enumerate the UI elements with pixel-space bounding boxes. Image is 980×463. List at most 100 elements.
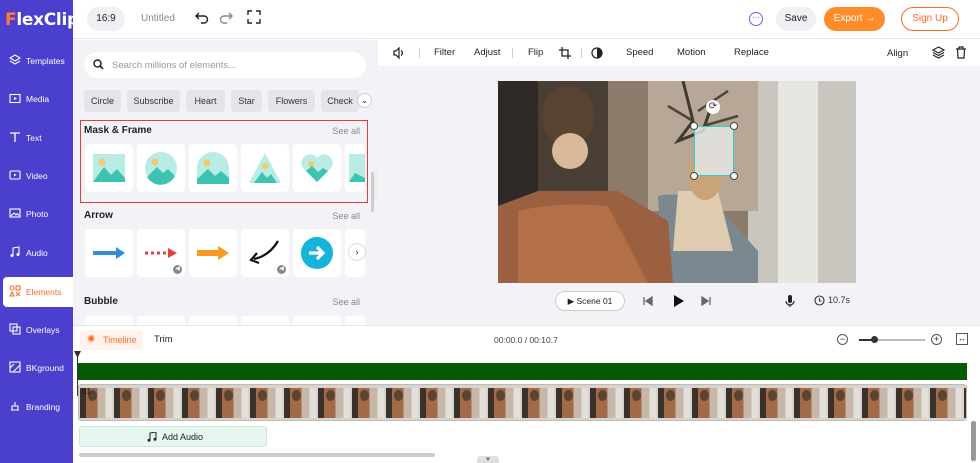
filter-button[interactable]: Filter (434, 47, 455, 58)
zoom-out-icon[interactable]: − (837, 334, 848, 345)
timeline-scrollbar[interactable] (79, 453, 435, 457)
replace-button[interactable]: Replace (734, 47, 769, 58)
sidebar-item-elements[interactable]: Elements (3, 277, 73, 307)
play-icon[interactable] (673, 294, 685, 308)
branding-icon (11, 402, 19, 411)
mask-frame-rectangle[interactable] (85, 144, 133, 192)
align-button[interactable]: Align (887, 48, 908, 59)
sidebar-item-templates[interactable]: Templates (3, 46, 73, 76)
folder-icon (9, 93, 21, 104)
zoom-in-icon[interactable]: + (931, 334, 942, 345)
aspect-ratio-button[interactable]: 16:9 (87, 7, 125, 31)
filmstrip-frame-detail (904, 390, 913, 401)
sidebar-item-photo[interactable]: Photo (3, 199, 73, 229)
sidebar-item-text[interactable]: Text (3, 123, 73, 153)
playhead-marker[interactable] (74, 351, 81, 358)
microphone-icon[interactable] (785, 294, 795, 308)
trash-icon[interactable] (955, 46, 967, 59)
adjust-button[interactable]: Adjust (474, 47, 500, 58)
motion-button[interactable]: Motion (677, 47, 706, 58)
filmstrip-frame (760, 388, 792, 418)
chevron-down-icon[interactable]: ▼ (477, 456, 499, 463)
sidebar-item-video[interactable]: Video (3, 161, 73, 191)
sidebar-item-media[interactable]: Media (3, 84, 73, 114)
tag-check[interactable]: Check (321, 90, 359, 112)
resize-handle[interactable] (690, 122, 698, 130)
bubble-item[interactable] (137, 316, 185, 325)
sidebar-item-overlays[interactable]: Overlays (3, 315, 73, 345)
chevron-down-icon[interactable]: ⌄ (357, 93, 372, 108)
bubble-item[interactable] (85, 316, 133, 325)
mask-frame-partial[interactable] (345, 144, 365, 192)
sidebar-item-bkground[interactable]: BKground (3, 353, 73, 383)
filmstrip-frame (284, 388, 316, 418)
selected-mask-element[interactable] (694, 126, 734, 176)
bubble-item[interactable] (293, 316, 341, 325)
arrow-blue[interactable] (85, 229, 133, 277)
filmstrip-frame-detail (462, 390, 471, 401)
sidebar-item-audio[interactable]: Audio (3, 238, 73, 268)
tag-heart[interactable]: Heart (186, 90, 225, 112)
filmstrip-frame (488, 388, 520, 418)
video-canvas[interactable]: ⟳ (498, 81, 856, 283)
tab-trim[interactable]: Trim (154, 334, 173, 345)
tab-timeline[interactable]: ✺ Timeline (80, 330, 143, 350)
chevron-right-icon[interactable]: › (348, 243, 366, 261)
bubble-item[interactable] (345, 316, 365, 325)
see-all-arrow[interactable]: See all (332, 211, 360, 221)
scene-selector[interactable]: ▶ Scene 01 (555, 291, 625, 311)
tag-subscribe[interactable]: Subscribe (127, 90, 180, 112)
see-all-bubble[interactable]: See all (332, 297, 360, 307)
track-bar[interactable] (78, 363, 967, 380)
tag-flowers[interactable]: Flowers (268, 90, 315, 112)
chat-icon[interactable]: ··· (749, 12, 763, 26)
opacity-icon[interactable] (591, 47, 603, 59)
arrow-curved-black[interactable]: ◀ (241, 229, 289, 277)
volume-icon[interactable] (393, 47, 406, 59)
save-button[interactable]: Save (776, 7, 816, 31)
timeline-time: 00:00.0 / 00:10.7 (494, 335, 558, 345)
sidebar-item-branding[interactable]: Branding (3, 392, 73, 422)
section-title-bubble: Bubble (84, 296, 118, 307)
layers-icon[interactable] (932, 46, 945, 59)
tag-star[interactable]: Star (231, 90, 262, 112)
project-title[interactable]: Untitled (141, 13, 175, 24)
resize-handle[interactable] (730, 172, 738, 180)
skip-forward-icon[interactable] (701, 296, 711, 306)
bubble-item[interactable] (241, 316, 289, 325)
arrow-orange[interactable] (189, 229, 237, 277)
mask-frame-circle[interactable] (137, 144, 185, 192)
search-box[interactable] (84, 52, 366, 78)
mask-frame-heart[interactable] (293, 144, 341, 192)
dashed-red-arrow-icon (145, 248, 177, 258)
undo-icon[interactable] (195, 10, 209, 24)
mask-frame-arch[interactable] (189, 144, 237, 192)
flip-button[interactable]: Flip (528, 47, 543, 58)
video-clip-track[interactable]: 01 (78, 384, 967, 421)
add-audio-button[interactable]: Add Audio (79, 426, 267, 447)
tag-circle[interactable]: Circle (84, 90, 121, 112)
bubble-item[interactable] (189, 316, 237, 325)
skip-back-icon[interactable] (643, 296, 653, 306)
arrow-circle-cyan[interactable] (293, 229, 341, 277)
export-button[interactable]: Export → (824, 7, 885, 31)
filmstrip-frame (828, 388, 860, 418)
rotate-icon[interactable]: ⟳ (706, 100, 720, 114)
flexclip-logo[interactable]: FlexClip (5, 10, 79, 32)
redo-icon[interactable] (219, 10, 233, 24)
filmstrip-frame-detail (598, 390, 607, 401)
fullscreen-icon[interactable] (247, 10, 261, 24)
speed-button[interactable]: Speed (626, 47, 653, 58)
clock-icon (814, 295, 825, 306)
resize-handle[interactable] (730, 122, 738, 130)
arrow-red-dashed[interactable]: ◀ (137, 229, 185, 277)
zoom-slider-knob[interactable] (870, 336, 878, 343)
mask-frame-triangle[interactable] (241, 144, 289, 192)
resize-handle[interactable] (690, 172, 698, 180)
crop-icon[interactable] (559, 47, 571, 59)
vertical-scrollbar[interactable] (971, 421, 976, 461)
fit-width-icon[interactable]: ↔ (956, 333, 968, 345)
signup-button[interactable]: Sign Up (901, 7, 959, 31)
sidebar-item-label: Audio (26, 248, 48, 258)
search-input[interactable] (112, 56, 352, 74)
